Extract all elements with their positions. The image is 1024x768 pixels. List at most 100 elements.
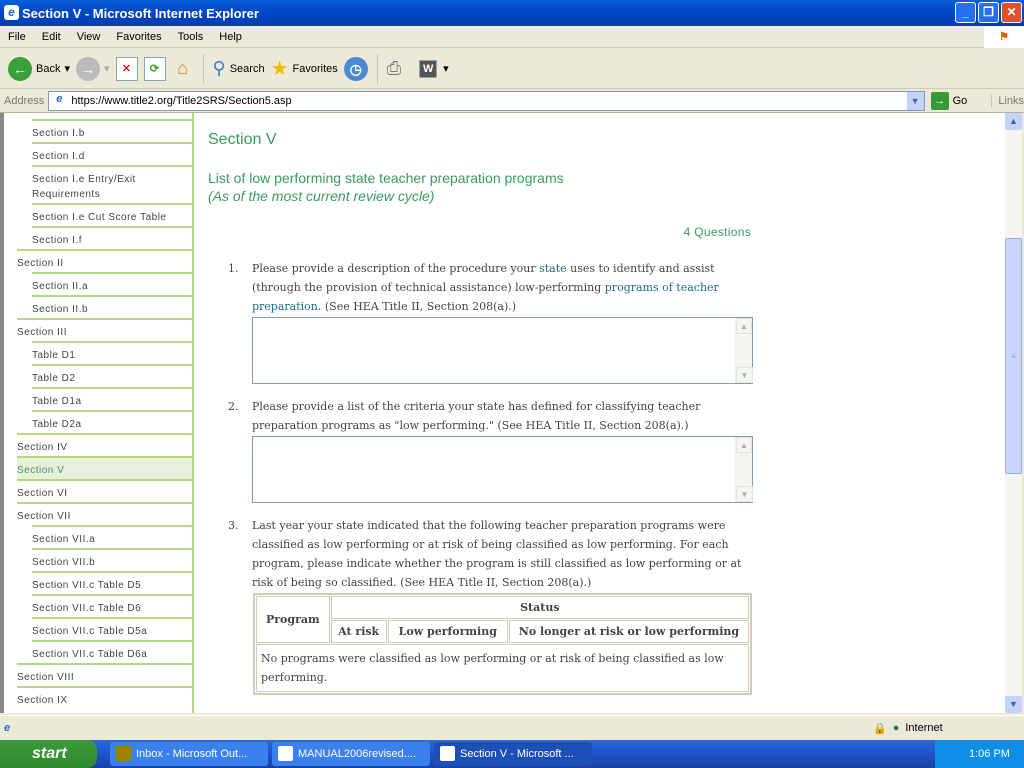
ie-icon: e <box>4 5 19 20</box>
address-input[interactable]: e https://www.title2.org/Title2SRS/Secti… <box>48 90 925 111</box>
scroll-down-icon[interactable]: ▼ <box>1005 696 1022 713</box>
sidebar-item[interactable]: Section III <box>17 318 192 341</box>
page-content: Section I.b Section I.d Section I.e Entry/… <box>0 113 1022 713</box>
no-longer-header: No longer at risk or low performing <box>508 620 749 643</box>
question-1-answer-textarea[interactable]: ▲ ▼ <box>252 317 753 384</box>
menu-file[interactable]: File <box>0 31 34 43</box>
menu-help[interactable]: Help <box>211 31 250 43</box>
question-2: 2. Please provide a list of the criteria… <box>228 397 753 435</box>
sidebar-item[interactable]: Section I.e Cut Score Table <box>32 203 192 226</box>
sidebar-item[interactable]: Table D2a <box>32 410 192 433</box>
system-tray: 1:06 PM <box>935 740 1024 768</box>
sidebar-item[interactable]: Section I.b <box>32 119 192 142</box>
question-number: 2. <box>228 400 239 413</box>
scroll-thumb[interactable]: ≡ <box>1005 238 1022 474</box>
scroll-up-icon[interactable]: ▲ <box>736 318 752 334</box>
security-zone: Internet <box>905 722 943 734</box>
question-count: 4 Questions <box>683 225 751 239</box>
taskbar-ie[interactable]: Section V - Microsoft ... <box>434 742 592 766</box>
search-label: Search <box>229 62 265 75</box>
page-icon: e <box>56 92 63 105</box>
maximize-button[interactable]: ❐ <box>978 2 999 23</box>
print-icon[interactable]: ⎙ <box>387 58 401 79</box>
sidebar-item[interactable]: Section I.e Entry/Exit Requirements <box>32 165 192 203</box>
menu-edit[interactable]: Edit <box>34 31 69 43</box>
scroll-down-icon[interactable]: ▼ <box>736 486 753 502</box>
sidebar-item[interactable]: Section VII.c Table D6a <box>32 640 192 663</box>
page-scrollbar[interactable]: ▲ ≡ ▼ <box>1005 113 1022 713</box>
sidebar-item[interactable]: Section II <box>17 249 192 272</box>
sidebar-item[interactable]: Table D1 <box>32 341 192 364</box>
minimize-button[interactable]: _ <box>955 2 976 23</box>
question-text: Last year your state indicated that the … <box>252 519 742 589</box>
sidebar-item[interactable]: Section VII.c Table D5a <box>32 617 192 640</box>
taskbar-word[interactable]: MANUAL2006revised.... <box>272 742 430 766</box>
menu-tools[interactable]: Tools <box>170 31 212 43</box>
windows-logo-icon: ⚑ <box>984 26 1024 48</box>
forward-button[interactable]: → ▾ <box>76 56 110 81</box>
separator <box>202 53 204 84</box>
menu-favorites[interactable]: Favorites <box>108 31 169 43</box>
scroll-up-icon[interactable]: ▲ <box>736 437 752 453</box>
stop-icon[interactable]: ✕ <box>115 56 138 81</box>
sidebar-item[interactable]: Table D2 <box>32 364 192 387</box>
go-button[interactable]: → Go <box>930 91 968 110</box>
links-button[interactable]: Links <box>991 94 1024 107</box>
menu-bar: File Edit View Favorites Tools Help <box>0 26 1024 48</box>
word-icon[interactable]: W <box>419 59 438 78</box>
refresh-icon[interactable]: ⟳ <box>143 56 166 81</box>
start-button[interactable]: start <box>0 740 97 768</box>
sidebar-item[interactable]: Section IX <box>17 686 192 709</box>
sidebar-item[interactable]: Section VIII <box>17 663 192 686</box>
sidebar-item[interactable]: Section V <box>17 456 192 479</box>
taskbar-outlook[interactable]: Inbox - Microsoft Out... <box>110 742 268 766</box>
sidebar-item[interactable]: Section VII.c Table D5 <box>32 571 192 594</box>
address-bar: Address e https://www.title2.org/Title2S… <box>0 89 1024 113</box>
page-subtitle: List of low performing state teacher pre… <box>208 170 564 186</box>
sidebar-item[interactable]: Section VII.b <box>32 548 192 571</box>
favorites-button[interactable]: ★ Favorites <box>271 56 338 81</box>
dropdown-icon[interactable]: ▾ <box>443 62 449 75</box>
question-2-answer-textarea[interactable]: ▲ ▼ <box>252 436 753 503</box>
toolbar: ← Back ▾ → ▾ ✕ ⟳ ⌂ ⚲ Search ★ Favorites ◷ ⎙ W… <box>0 49 1024 89</box>
back-button[interactable]: ← Back ▾ <box>8 56 70 81</box>
state-link[interactable]: state <box>539 262 567 275</box>
sidebar-item[interactable]: Section VI <box>17 479 192 502</box>
go-label: Go <box>952 94 968 107</box>
sidebar-item[interactable]: Section VII.c Table D6 <box>32 594 192 617</box>
scroll-down-icon[interactable]: ▼ <box>736 367 753 383</box>
sidebar-item[interactable]: Section I.d <box>32 142 192 165</box>
textarea-scrollbar[interactable]: ▲ ▼ <box>735 318 753 383</box>
start-label: start <box>32 745 67 762</box>
menu-view[interactable]: View <box>69 31 109 43</box>
at-risk-header: At risk <box>330 620 387 643</box>
outlook-icon <box>116 746 131 761</box>
history-icon[interactable]: ◷ <box>343 56 368 81</box>
task-label: Section V - Microsoft ... <box>460 748 574 760</box>
question-text: . (See HEA Title II, Section 208(a).) <box>317 300 517 313</box>
question-3: 3. Last year your state indicated that t… <box>228 516 753 592</box>
close-button[interactable]: ✕ <box>1001 2 1022 23</box>
home-icon[interactable]: ⌂ <box>172 57 194 81</box>
lock-icon: 🔒 <box>873 722 887 735</box>
question-number: 1. <box>228 262 239 275</box>
clock: 1:06 PM <box>969 748 1010 760</box>
search-button[interactable]: ⚲ Search <box>213 58 265 79</box>
window-title: Section V - Microsoft Internet Explorer <box>22 5 259 21</box>
scroll-up-icon[interactable]: ▲ <box>1005 113 1022 130</box>
sidebar-item[interactable]: Section II.b <box>32 295 192 318</box>
dropdown-icon[interactable]: ▾ <box>64 62 70 75</box>
sidebar-item[interactable]: Table D1a <box>32 387 192 410</box>
sidebar-item[interactable]: Section I.f <box>32 226 192 249</box>
dropdown-icon: ▾ <box>104 63 110 75</box>
address-dropdown-icon[interactable]: ▼ <box>906 91 924 110</box>
page-subtitle-note: (As of the most current review cycle) <box>208 188 435 204</box>
sidebar-item[interactable]: Section VII <box>17 502 192 525</box>
empty-table-message: No programs were classified as low perfo… <box>256 644 749 692</box>
textarea-scrollbar[interactable]: ▲ ▼ <box>735 437 753 502</box>
back-label: Back <box>36 62 61 75</box>
sidebar-item[interactable]: Section II.a <box>32 272 192 295</box>
sidebar-item[interactable]: Section IV <box>17 433 192 456</box>
sidebar-item[interactable]: Section VII.a <box>32 525 192 548</box>
question-number: 3. <box>228 519 239 532</box>
